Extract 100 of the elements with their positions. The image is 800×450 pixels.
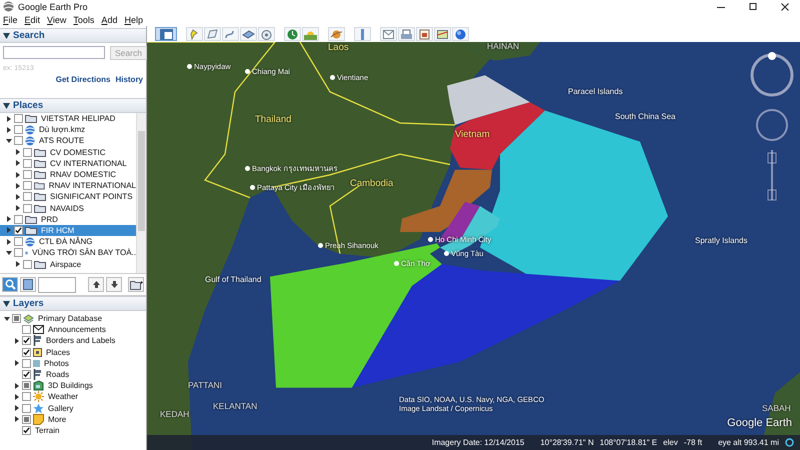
panel-toggle-button[interactable] <box>20 277 36 292</box>
collapse-arrow-icon[interactable] <box>3 102 10 108</box>
tree-row[interactable]: CTL ĐÀ NẴNG <box>0 236 136 248</box>
checkbox[interactable] <box>22 414 31 424</box>
expand-arrow-icon[interactable] <box>6 216 12 222</box>
maximize-icon[interactable] <box>748 2 758 12</box>
expand-arrow-icon[interactable] <box>15 194 21 200</box>
menu-item[interactable]: Add <box>101 14 118 24</box>
checkbox[interactable] <box>22 381 31 390</box>
scrollbar[interactable] <box>136 113 146 273</box>
filter-field[interactable] <box>38 276 76 292</box>
tree-row[interactable]: SIGNIFICANT POINTS <box>0 191 136 202</box>
expand-arrow-icon[interactable] <box>15 205 21 212</box>
tree-row[interactable]: RNAV DOMESTIC <box>0 168 136 180</box>
expand-arrow-icon[interactable] <box>14 405 20 412</box>
tree-row[interactable]: Dù lượn.kmz <box>0 124 136 136</box>
layer-name[interactable]: Gallery <box>48 404 74 413</box>
expand-arrow-icon[interactable] <box>14 360 20 366</box>
expand-arrow-icon[interactable] <box>14 338 20 344</box>
expand-arrow-icon[interactable] <box>15 261 21 268</box>
folder-icon <box>34 181 45 190</box>
checkbox[interactable] <box>14 248 23 258</box>
toolbar-button[interactable] <box>155 27 177 41</box>
airspace-zone[interactable] <box>447 75 530 126</box>
layer-name[interactable]: Primary Database <box>38 314 102 324</box>
tree-row[interactable]: NAVAIDS <box>0 202 136 214</box>
checkbox[interactable] <box>22 348 31 357</box>
tree-row[interactable]: PRD <box>0 214 136 225</box>
add-folder-button[interactable] <box>128 277 144 292</box>
panel-header[interactable]: Search <box>0 28 146 43</box>
layer-name[interactable]: Places <box>46 348 70 357</box>
move-down-button[interactable] <box>106 277 122 292</box>
collapse-arrow-icon[interactable] <box>3 300 10 306</box>
layer-name[interactable]: Weather <box>48 392 78 402</box>
checkbox[interactable] <box>22 370 31 380</box>
collapse-arrow-icon[interactable] <box>4 316 10 322</box>
checkbox[interactable] <box>14 125 23 134</box>
expand-arrow-icon[interactable] <box>15 149 21 156</box>
checkbox[interactable] <box>22 426 31 435</box>
panel-header[interactable]: Places <box>0 98 146 113</box>
checkbox[interactable] <box>14 214 23 224</box>
checkbox[interactable] <box>12 314 21 324</box>
tree-row[interactable]: RNAV INTERNATIONAL <box>0 180 136 192</box>
search-toggle-button[interactable] <box>2 277 18 292</box>
layer-name[interactable]: Photos <box>44 358 69 368</box>
layer-name[interactable]: 3D Buildings <box>48 381 93 390</box>
link[interactable]: Get Directions <box>56 75 110 84</box>
tree-row[interactable]: ATS ROUTE <box>0 135 136 147</box>
expand-arrow-icon[interactable] <box>6 238 12 245</box>
tree-row[interactable]: CV INTERNATIONAL <box>0 158 136 169</box>
expand-arrow-icon[interactable] <box>15 172 21 178</box>
close-icon[interactable] <box>780 2 790 12</box>
menu-item[interactable]: File <box>3 14 18 24</box>
checkbox[interactable] <box>23 148 32 157</box>
expand-arrow-icon[interactable] <box>14 416 20 422</box>
expand-arrow-icon[interactable] <box>14 382 20 389</box>
checkbox[interactable] <box>14 226 23 235</box>
checkbox[interactable] <box>14 136 23 146</box>
checkbox[interactable] <box>14 114 23 124</box>
checkbox[interactable] <box>14 237 23 246</box>
menu-item[interactable]: Edit <box>24 14 40 24</box>
expand-arrow-icon[interactable] <box>14 394 20 400</box>
airspace-zone[interactable] <box>400 170 492 232</box>
checkbox[interactable] <box>23 204 32 213</box>
layer-name[interactable]: Announcements <box>48 325 106 334</box>
checkbox[interactable] <box>23 170 32 180</box>
tree-row[interactable]: FIR HCM <box>0 224 136 236</box>
checkbox[interactable] <box>23 158 32 168</box>
expand-arrow-icon[interactable] <box>6 126 12 133</box>
checkbox[interactable] <box>22 404 31 413</box>
menu-item[interactable]: Tools <box>73 14 94 24</box>
airspace-zone[interactable] <box>270 243 442 388</box>
checkbox[interactable] <box>23 181 32 190</box>
layer-name[interactable]: Terrain <box>35 426 60 435</box>
search-field[interactable] <box>3 46 105 59</box>
checkbox[interactable] <box>22 336 31 346</box>
move-up-button[interactable] <box>88 277 104 292</box>
collapse-arrow-icon[interactable] <box>6 138 12 144</box>
panel-header[interactable]: Layers <box>0 296 146 311</box>
layer-name[interactable]: Roads <box>46 370 70 380</box>
checkbox[interactable] <box>22 325 31 334</box>
tree-row[interactable]: VIETSTAR HELIPAD <box>0 113 136 124</box>
tree-row[interactable]: CV DOMESTIC <box>0 146 136 158</box>
expand-arrow-icon[interactable] <box>15 160 21 166</box>
checkbox[interactable] <box>23 260 32 269</box>
tree-row[interactable]: Airspace <box>0 258 136 270</box>
tree-row[interactable]: VÙNG TRỜI SÂN BAY TOÀ.. <box>0 247 136 258</box>
layer-name[interactable]: Borders and Labels <box>46 336 116 346</box>
menu-item[interactable]: Help <box>124 14 143 24</box>
checkbox[interactable] <box>23 192 32 202</box>
collapse-arrow-icon[interactable] <box>6 250 12 256</box>
map-label: KELANTAN <box>213 401 258 411</box>
layer-name[interactable]: More <box>48 414 66 424</box>
expand-arrow-icon[interactable] <box>6 116 12 122</box>
menu-item[interactable]: View <box>47 14 66 24</box>
collapse-arrow-icon[interactable] <box>3 32 10 38</box>
expand-arrow-icon[interactable] <box>15 182 21 189</box>
checkbox[interactable] <box>22 358 31 368</box>
checkbox[interactable] <box>22 392 31 402</box>
link[interactable]: History <box>115 75 143 84</box>
